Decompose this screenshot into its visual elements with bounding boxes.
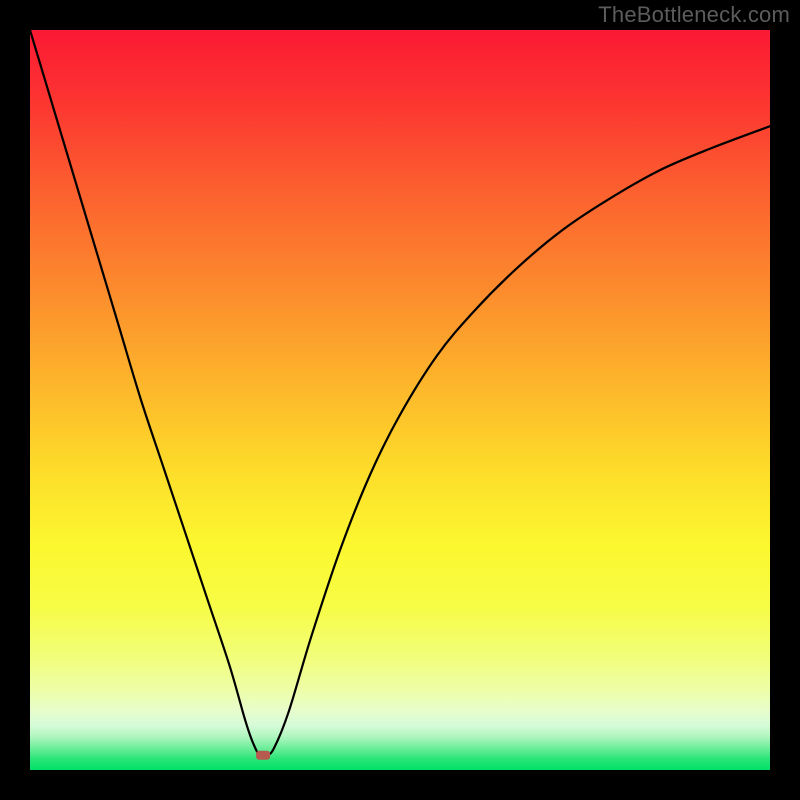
plot-area: [30, 30, 770, 770]
optimum-marker: [256, 751, 270, 760]
chart-svg: [30, 30, 770, 770]
watermark-text: TheBottleneck.com: [598, 2, 790, 28]
chart-frame: TheBottleneck.com: [0, 0, 800, 800]
